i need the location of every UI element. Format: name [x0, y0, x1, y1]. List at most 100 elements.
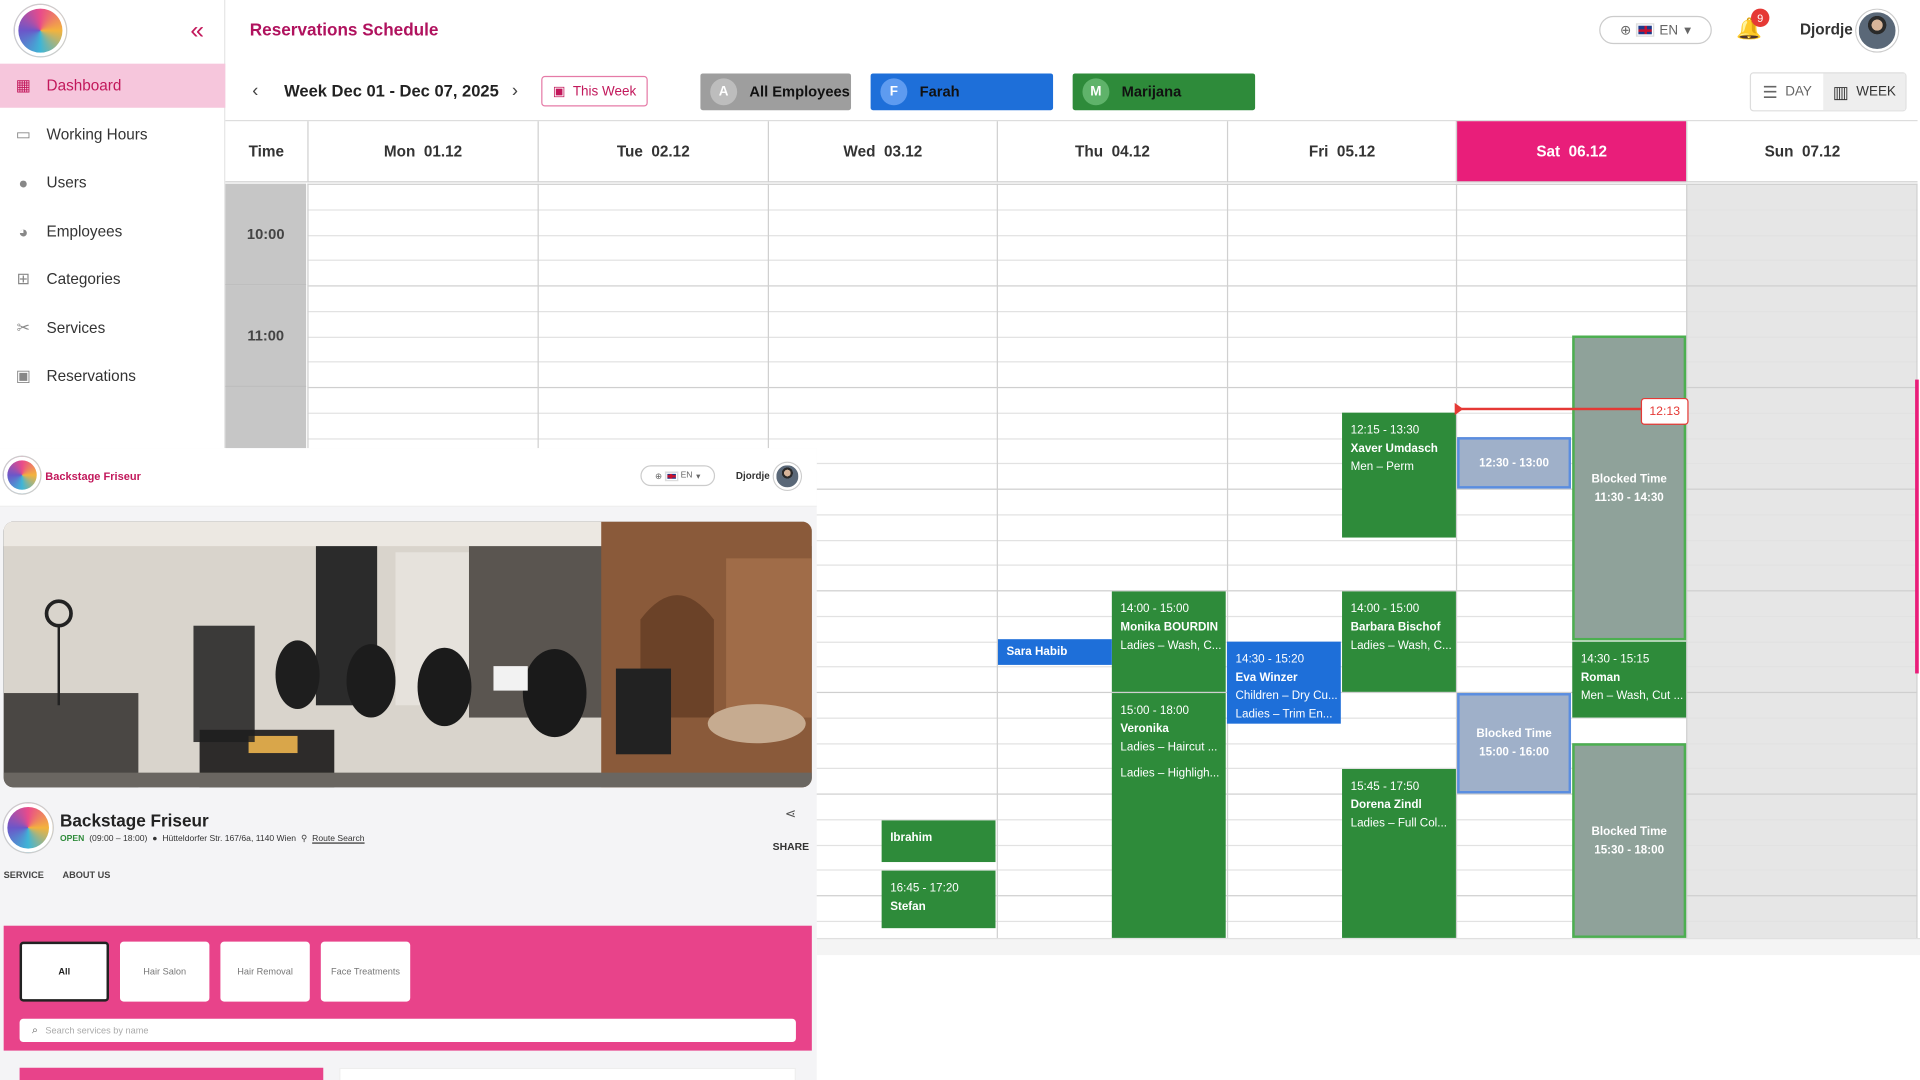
share-label[interactable]: SHARE	[773, 840, 809, 852]
appointment-service: Men – Perm	[1350, 460, 1414, 474]
service-search-input[interactable]: ⌕ Search services by name	[19, 1018, 796, 1043]
appointment-card[interactable]: 15:45 - 17:50 Dorena Zindl Ladies – Full…	[1342, 768, 1456, 938]
appointment-card[interactable]: 15:00 - 18:00 Veronika Ladies – Haircut …	[1111, 693, 1226, 938]
blocked-label: Blocked Time	[1591, 824, 1667, 839]
week-view-label: WEEK	[1856, 84, 1896, 100]
search-placeholder: Search services by name	[45, 1024, 149, 1036]
brand-name[interactable]: Backstage Friseur	[45, 470, 141, 482]
brand-logo[interactable]	[3, 456, 41, 494]
free-slot-card[interactable]: 12:30 - 13:00	[1457, 437, 1572, 489]
category-chip-all[interactable]: All	[19, 941, 109, 1002]
blocked-time-card[interactable]: Blocked Time 15:00 - 16:00	[1457, 693, 1572, 794]
user-name[interactable]: Djordje	[1800, 21, 1853, 38]
day-header-mon[interactable]: Mon 01.12	[307, 121, 538, 183]
day-name: Wed	[843, 142, 876, 160]
sidebar-item-dashboard[interactable]: ▦ Dashboard	[0, 63, 226, 108]
appointment-time: 14:00 - 15:00	[1120, 602, 1189, 616]
sidebar-item-employees[interactable]: ◕ Employees	[0, 209, 225, 253]
app-root: « ▦ Dashboard ▭ Working Hours ● Users ◕ …	[0, 0, 1920, 1080]
business-name: Backstage Friseur	[60, 810, 209, 831]
this-week-label: This Week	[572, 83, 637, 99]
appointment-time: 15:45 - 17:50	[1350, 780, 1420, 794]
column-divider	[1226, 183, 1229, 940]
appointment-card[interactable]: 14:00 - 15:00 Barbara Bischof Ladies – W…	[1342, 591, 1456, 692]
sidebar-item-reservations[interactable]: ▣ Reservations	[0, 354, 225, 398]
appointment-client: Roman	[1580, 671, 1621, 685]
blocked-time-card[interactable]: Blocked Time 11:30 - 14:30	[1572, 335, 1687, 641]
day-header-thu[interactable]: Thu 04.12	[996, 121, 1227, 183]
day-date: 02.12	[651, 142, 690, 160]
appointment-card[interactable]: 12:15 - 13:30 Xaver Umdasch Men – Perm	[1342, 412, 1456, 538]
category-chip-hair-salon[interactable]: Hair Salon	[120, 941, 210, 1002]
salon-interior-image	[3, 521, 812, 788]
day-header-tue[interactable]: Tue 02.12	[537, 121, 768, 183]
service-card-partial[interactable]	[339, 1067, 796, 1080]
appointment-card[interactable]: 14:30 - 15:20 Eva Winzer Children – Dry …	[1226, 641, 1341, 724]
filter-marijana[interactable]: M Marijana	[1072, 73, 1256, 111]
appointment-service: Ladies – Full Col...	[1350, 816, 1447, 831]
this-week-button[interactable]: ▣ This Week	[541, 75, 648, 107]
blocked-label: Blocked Time	[1476, 727, 1552, 741]
avatar[interactable]	[1856, 9, 1898, 52]
prev-week-icon[interactable]: ‹	[252, 81, 258, 102]
service-card-partial[interactable]	[19, 1067, 324, 1080]
sidebar-item-working-hours[interactable]: ▭ Working Hours	[0, 113, 225, 157]
category-chip-face-treatments[interactable]: Face Treatments	[320, 941, 411, 1002]
app-logo[interactable]	[14, 4, 67, 57]
user-name[interactable]: Djordje	[736, 470, 770, 481]
notification-badge: 9	[1751, 8, 1770, 27]
language-selector[interactable]: ⊕ EN ▾	[1599, 15, 1712, 45]
appointment-service: Ladies – Wash, C...	[1120, 639, 1222, 653]
employee-name: All Employees	[749, 83, 850, 101]
grid-icon: ▦	[15, 75, 31, 95]
appointment-service: Men – Wash, Cut ...	[1580, 689, 1684, 703]
calendar-icon: ▣	[15, 366, 31, 385]
globe-icon: ⊕	[1619, 23, 1632, 38]
column-divider	[1455, 183, 1458, 940]
time-slot-label: 11:00	[225, 285, 307, 387]
appointment-client: Xaver Umdasch	[1350, 442, 1438, 456]
scroll-indicator[interactable]	[1915, 379, 1919, 674]
day-header-wed[interactable]: Wed 03.12	[767, 121, 997, 183]
day-header-fri[interactable]: Fri 05.12	[1226, 121, 1456, 183]
people-icon: ◕	[18, 222, 29, 241]
next-week-icon[interactable]: ›	[512, 81, 518, 102]
week-view-button[interactable]: ▥ WEEK	[1823, 73, 1906, 111]
sidebar-item-categories[interactable]: ⊞ Categories	[0, 257, 225, 301]
appointment-card[interactable]: 14:30 - 15:15 Roman Men – Wash, Cut ...	[1572, 641, 1687, 718]
tab-about-us[interactable]: ABOUT US	[62, 869, 110, 880]
sidebar-item-label: Dashboard	[46, 77, 122, 95]
opening-hours: (09:00 – 18:00)	[89, 834, 148, 844]
day-name: Sun	[1764, 142, 1794, 160]
route-search-link[interactable]: Route Search	[312, 834, 364, 843]
day-date: 05.12	[1336, 142, 1376, 160]
appointment-client: Stefan	[890, 900, 926, 914]
day-name: Fri	[1308, 142, 1329, 160]
language-selector[interactable]: ⊕ EN ▾	[640, 465, 716, 487]
appointment-card[interactable]: 16:45 - 17:20 Stefan	[881, 870, 996, 929]
share-icon[interactable]: ⋖	[785, 806, 796, 822]
filter-all-employees[interactable]: A All Employees	[700, 73, 852, 111]
grid-line	[307, 235, 1918, 237]
category-chip-hair-removal[interactable]: Hair Removal	[220, 941, 310, 1002]
appointment-service: Ladies – Wash, C...	[1350, 639, 1452, 653]
time-column-header: Time	[225, 121, 308, 183]
blocked-time-card[interactable]: Blocked Time 15:30 - 18:00	[1572, 743, 1687, 938]
filter-farah[interactable]: F Farah	[870, 73, 1054, 111]
view-switcher: ☰ DAY ▥ WEEK	[1749, 72, 1907, 112]
avatar[interactable]	[773, 462, 801, 490]
appointment-card[interactable]: 14:00 - 15:00 Monika BOURDIN Ladies – Wa…	[1111, 591, 1226, 692]
collapse-sidebar-icon[interactable]: «	[184, 17, 211, 44]
day-view-button[interactable]: ☰ DAY	[1751, 73, 1823, 110]
employee-initial: A	[710, 78, 738, 106]
open-status: OPEN	[60, 834, 85, 844]
day-header-sun[interactable]: Sun 07.12	[1686, 121, 1918, 183]
appointment-card[interactable]: Sara Habib	[997, 639, 1112, 665]
appointment-client: Veronika	[1120, 722, 1169, 736]
sidebar-item-services[interactable]: ✂ Services	[0, 306, 225, 350]
tab-service[interactable]: SERVICE	[4, 869, 44, 880]
sidebar-item-users[interactable]: ● Users	[0, 160, 225, 204]
uk-flag-icon	[664, 470, 679, 481]
appointment-card[interactable]: Ibrahim	[881, 820, 996, 863]
day-header-sat-today[interactable]: Sat 06.12	[1455, 121, 1687, 183]
